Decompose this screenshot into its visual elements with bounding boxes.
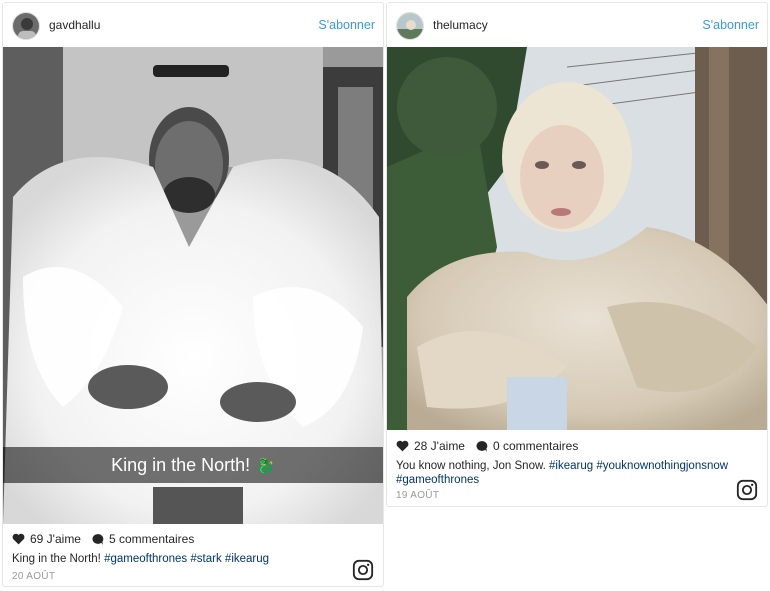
hashtag-link[interactable]: #gameofthrones: [104, 553, 187, 565]
post-caption: You know nothing, Jon Snow. #ikearug #yo…: [396, 459, 741, 487]
heart-icon: [12, 533, 25, 545]
comments-count: 5 commentaires: [108, 532, 195, 546]
snapchat-caption-overlay: King in the North! 🐉: [3, 447, 383, 483]
username[interactable]: gavdhallu: [49, 18, 100, 32]
post-date[interactable]: 19 AOÛT: [396, 490, 439, 501]
hashtag-link[interactable]: #ikearug: [549, 460, 593, 472]
follow-button[interactable]: S'abonner: [702, 18, 759, 32]
instagram-logo-icon[interactable]: [352, 559, 374, 581]
comment-icon: [92, 533, 104, 545]
caption-text: King in the North!: [12, 553, 105, 565]
post-header: thelumacy S'abonner: [387, 3, 767, 47]
caption-text: You know nothing, Jon Snow.: [396, 460, 550, 472]
hashtag-link[interactable]: #gameofthrones: [396, 474, 479, 486]
follow-button[interactable]: S'abonner: [318, 18, 375, 32]
comment-action[interactable]: 5 commentaires: [91, 532, 194, 546]
username[interactable]: thelumacy: [433, 18, 488, 32]
post-date[interactable]: 20 AOÛT: [12, 571, 55, 582]
instagram-embed-post-1: gavdhallu S'abonner King in the North! 🐉…: [2, 2, 384, 587]
comment-icon: [476, 440, 488, 452]
post-actions: 69 J'aime 5 commentaires: [12, 532, 204, 546]
hashtag-link[interactable]: #youknownothingjonsnow: [596, 460, 728, 472]
like-action[interactable]: 69 J'aime: [12, 532, 81, 546]
comments-count: 0 commentaires: [492, 439, 579, 453]
heart-icon: [396, 440, 409, 452]
likes-count: 28 J'aime: [414, 439, 465, 453]
post-photo[interactable]: [387, 47, 767, 430]
instagram-logo-icon[interactable]: [736, 479, 758, 501]
post-caption: King in the North! #gameofthrones #stark…: [12, 552, 332, 566]
post-actions: 28 J'aime 0 commentaires: [396, 439, 588, 453]
post-photo[interactable]: King in the North! 🐉: [3, 47, 383, 524]
comment-action[interactable]: 0 commentaires: [475, 439, 578, 453]
overlay-text: King in the North!: [111, 455, 251, 475]
dragon-sticker-icon: 🐉: [256, 458, 275, 475]
likes-count: 69 J'aime: [30, 532, 81, 546]
post-header: gavdhallu S'abonner: [3, 3, 383, 47]
hashtag-link[interactable]: #ikearug: [225, 553, 269, 565]
like-action[interactable]: 28 J'aime: [396, 439, 465, 453]
avatar[interactable]: [396, 12, 424, 40]
instagram-embed-post-2: thelumacy S'abonner 28 J'aime 0 commenta…: [386, 2, 768, 507]
avatar[interactable]: [12, 12, 40, 40]
hashtag-link[interactable]: #stark: [190, 553, 221, 565]
